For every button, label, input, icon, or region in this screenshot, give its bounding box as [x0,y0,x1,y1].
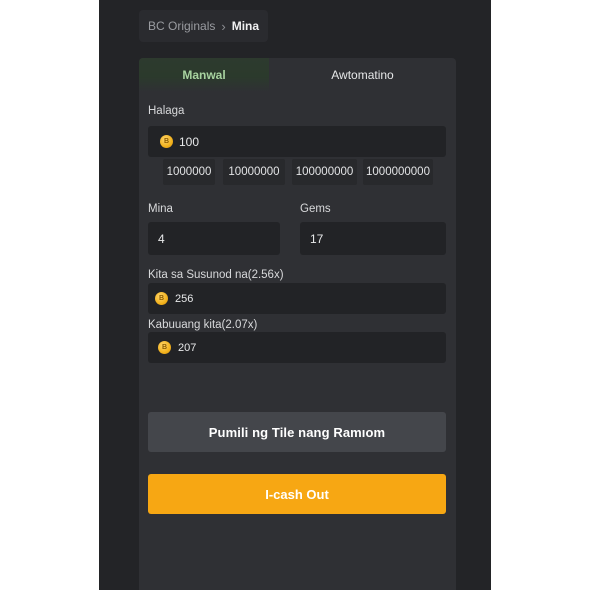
gems-label: Gems [300,203,331,215]
mines-label: Mina [148,203,173,215]
gems-value: 17 [310,231,324,246]
preset-1m-button[interactable]: 1000000 [163,159,215,185]
coin-icon: B [155,292,168,305]
bet-amount-value: 100 [179,134,200,149]
total-profit-value: 207 [178,341,197,354]
next-profit-label: Kita sa Susunod na(2.56x) [148,269,284,281]
mines-input[interactable]: 4 [148,222,280,255]
next-profit-value: 256 [175,292,194,305]
mode-tabs: Manwal Awtomatino [139,58,456,92]
tab-auto[interactable]: Awtomatino [269,58,456,92]
app-window: BC Originals › Mina Manwal Awtomatino Ha… [99,0,491,590]
bet-amount-label: Halaga [148,105,185,117]
tab-manual[interactable]: Manwal [139,58,269,92]
bet-panel: Manwal Awtomatino Halaga B 100 1000000 1… [139,58,456,590]
mines-value: 4 [158,231,165,246]
bet-amount-input[interactable]: B 100 [148,126,446,157]
next-profit-field: B 256 [148,283,446,314]
total-profit-field: B 207 [148,332,446,363]
breadcrumb-parent[interactable]: BC Originals [148,19,215,33]
coin-icon: B [158,341,171,354]
preset-10m-button[interactable]: 10000000 [223,159,285,185]
chevron-right-icon: › [221,18,226,34]
breadcrumb: BC Originals › Mina [139,10,269,42]
random-tile-button[interactable]: Pumili ng Tile nang Ramıom [148,412,446,452]
cash-out-button[interactable]: I-cash Out [148,474,446,514]
coin-icon: B [160,135,173,148]
gems-input: 17 [300,222,446,255]
preset-1b-button[interactable]: 1000000000 [363,159,433,185]
total-profit-label: Kabuuang kita(2.07x) [148,319,258,331]
breadcrumb-current: Mina [231,19,260,33]
preset-100m-button[interactable]: 100000000 [292,159,357,185]
